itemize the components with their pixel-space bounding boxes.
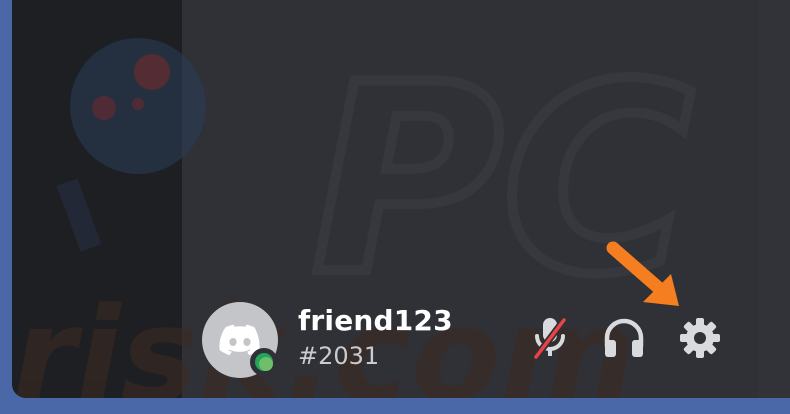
server-rail — [12, 0, 182, 398]
chat-area-edge — [758, 0, 790, 398]
user-panel: friend123 #2031 — [202, 241, 762, 378]
orange-pointer-arrow-icon — [606, 241, 679, 306]
gear-icon — [680, 318, 720, 358]
mute-button[interactable] — [528, 316, 572, 360]
discord-window: PC risk.com friend123 #2031 — [12, 0, 790, 398]
deafen-button[interactable] — [602, 316, 646, 360]
username[interactable]: friend123 — [298, 304, 453, 337]
user-settings-button[interactable] — [678, 316, 722, 360]
microphone-muted-icon — [533, 317, 567, 360]
user-discriminator: #2031 — [298, 342, 380, 370]
headphones-icon — [604, 318, 644, 357]
online-status-indicator — [250, 348, 278, 376]
